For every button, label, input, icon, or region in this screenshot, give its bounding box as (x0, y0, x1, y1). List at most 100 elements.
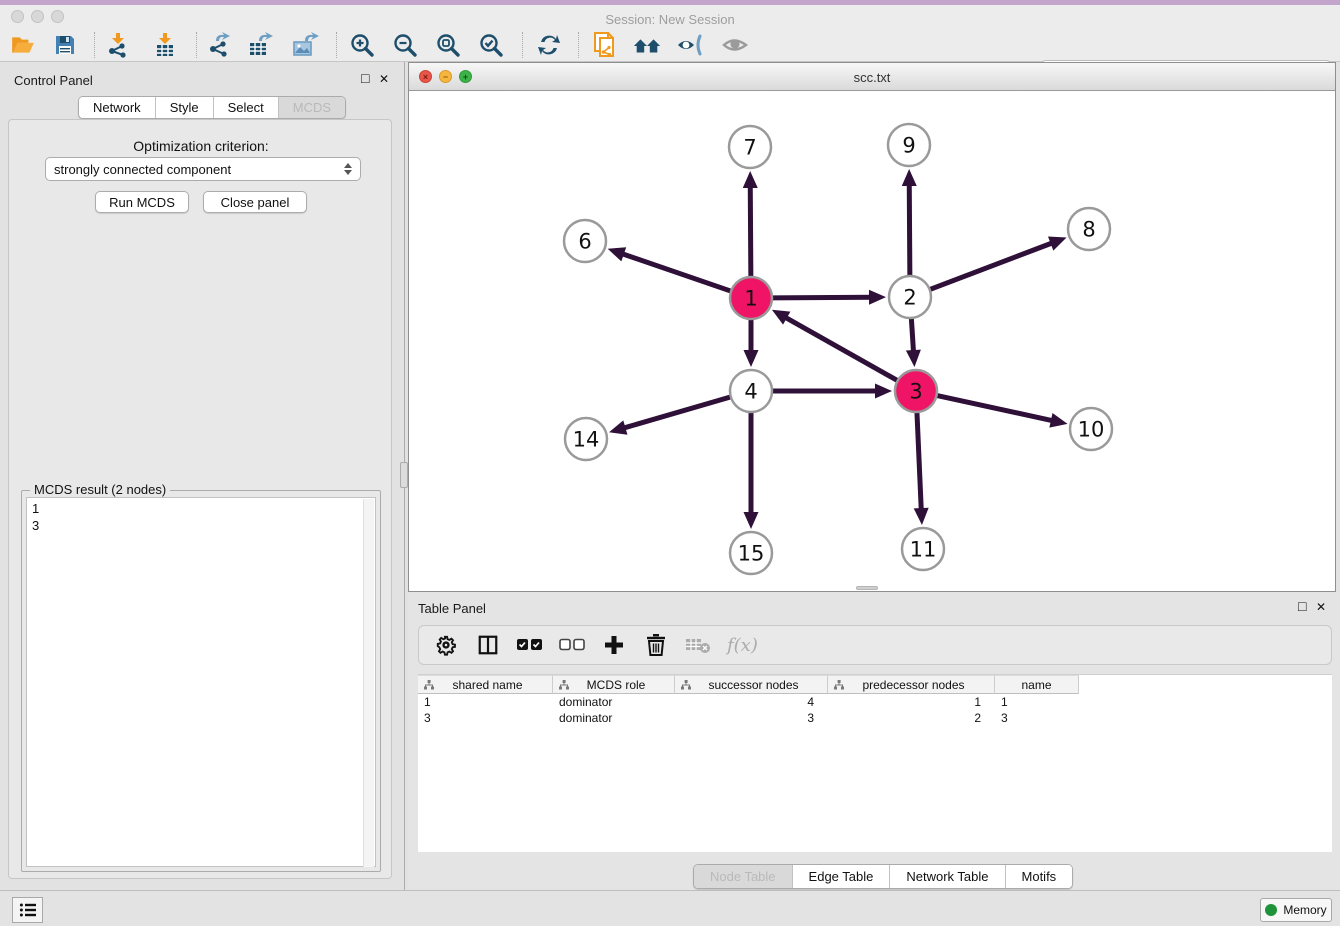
deselect-all-checks-icon[interactable] (559, 632, 585, 658)
table-cell[interactable]: 3 (418, 710, 553, 726)
column-header-shared-name[interactable]: shared name (418, 675, 553, 694)
graph-node-10[interactable]: 10 (1070, 408, 1112, 450)
criterion-select[interactable]: strongly connected component (45, 157, 361, 181)
graph-edge[interactable] (937, 395, 1068, 427)
clone-network-icon[interactable] (590, 31, 620, 59)
float-panel-icon[interactable]: □ (361, 72, 369, 84)
table-row[interactable]: 1dominator411 (418, 694, 1332, 710)
tab-network[interactable]: Network (79, 97, 156, 118)
run-mcds-button[interactable]: Run MCDS (95, 191, 189, 213)
table-cell[interactable]: 1 (995, 694, 1079, 710)
table-cell[interactable]: 4 (675, 694, 828, 710)
export-network-icon[interactable] (204, 31, 234, 59)
graph-edge[interactable] (906, 318, 921, 367)
graph-node-7[interactable]: 7 (729, 126, 771, 168)
memory-button[interactable]: Memory (1260, 898, 1332, 922)
table-tab-edge-table[interactable]: Edge Table (793, 865, 891, 888)
zoom-in-icon[interactable] (347, 31, 377, 59)
column-header-MCDS-role[interactable]: MCDS role (553, 675, 675, 694)
graph-edge[interactable] (609, 397, 731, 435)
toolbar-separator (94, 32, 95, 58)
table-cell[interactable]: 3 (995, 710, 1079, 726)
tab-select[interactable]: Select (214, 97, 279, 118)
graph-node-11[interactable]: 11 (902, 528, 944, 570)
graph-edge[interactable] (930, 237, 1067, 290)
open-session-icon[interactable] (8, 31, 38, 59)
graph-edge[interactable] (772, 290, 886, 305)
graph-node-2[interactable]: 2 (889, 276, 931, 318)
column-visibility-icon[interactable] (475, 632, 501, 658)
graph-edge[interactable] (744, 319, 759, 367)
graph-edge[interactable] (902, 169, 917, 276)
close-panel-button[interactable]: Close panel (203, 191, 307, 213)
table-cell[interactable]: 1 (418, 694, 553, 710)
function-builder-icon[interactable]: f(x) (727, 635, 758, 656)
graph-edge[interactable] (608, 247, 731, 291)
graph-edge[interactable] (743, 171, 758, 277)
add-column-icon[interactable] (601, 632, 627, 658)
tab-style[interactable]: Style (156, 97, 214, 118)
export-table-icon[interactable] (246, 31, 276, 59)
mcds-result-textarea[interactable]: 1 3 (26, 497, 376, 867)
zoom-selected-icon[interactable] (476, 31, 506, 59)
network-graph[interactable]: 7 9 6 8 1 2 4 3 14 10 15 11 (409, 91, 1335, 591)
refresh-icon[interactable] (534, 31, 564, 59)
close-table-panel-icon[interactable]: ✕ (1316, 601, 1326, 613)
svg-text:7: 7 (743, 136, 756, 160)
table-tab-network-table[interactable]: Network Table (890, 865, 1005, 888)
float-table-panel-icon[interactable]: □ (1298, 600, 1306, 612)
table-cell[interactable]: dominator (553, 694, 675, 710)
result-scrollbar[interactable] (363, 499, 374, 867)
network-window-resize-handle[interactable] (856, 586, 878, 590)
import-table-icon[interactable] (150, 31, 180, 59)
graph-node-14[interactable]: 14 (565, 418, 607, 460)
table-tab-node-table[interactable]: Node Table (694, 865, 793, 888)
table-cell[interactable]: 3 (675, 710, 828, 726)
graph-node-8[interactable]: 8 (1068, 208, 1110, 250)
table-settings-icon[interactable] (433, 632, 459, 658)
memory-button-label: Memory (1283, 903, 1326, 917)
panel-splitter-handle[interactable] (400, 462, 408, 488)
graph-node-1[interactable]: 1 (730, 277, 772, 319)
table-cell[interactable]: dominator (553, 710, 675, 726)
close-panel-icon[interactable]: ✕ (379, 73, 389, 85)
graph-node-4[interactable]: 4 (730, 370, 772, 412)
graph-node-9[interactable]: 9 (888, 124, 930, 166)
window-title: Session: New Session (0, 12, 1340, 27)
graph-edge[interactable] (914, 412, 929, 525)
status-bar: Memory (0, 890, 1340, 926)
select-stepper-icon (344, 163, 352, 175)
export-image-icon[interactable] (290, 31, 320, 59)
column-header-successor-nodes[interactable]: successor nodes (675, 675, 828, 694)
network-view-window: × − + scc.txt 7 9 6 8 1 2 4 3 14 10 15 11 (408, 62, 1336, 592)
network-window-title: scc.txt (409, 70, 1335, 85)
table-body: 1dominator4113dominator323 (418, 694, 1332, 726)
tab-mcds[interactable]: MCDS (279, 97, 345, 118)
column-header-name[interactable]: name (995, 675, 1079, 694)
network-window-titlebar[interactable]: × − + scc.txt (409, 63, 1335, 91)
table-row[interactable]: 3dominator323 (418, 710, 1332, 726)
import-network-icon[interactable] (103, 31, 133, 59)
graph-edge[interactable] (772, 310, 898, 381)
delete-table-icon[interactable] (685, 632, 711, 658)
column-header-predecessor-nodes[interactable]: predecessor nodes (828, 675, 995, 694)
delete-column-icon[interactable] (643, 632, 669, 658)
select-all-checks-icon[interactable] (517, 632, 543, 658)
graph-node-6[interactable]: 6 (564, 220, 606, 262)
zoom-fit-icon[interactable] (433, 31, 463, 59)
table-cell[interactable]: 1 (828, 694, 995, 710)
show-all-icon[interactable] (720, 31, 750, 59)
graph-node-15[interactable]: 15 (730, 532, 772, 574)
zoom-out-icon[interactable] (390, 31, 420, 59)
hide-selected-icon[interactable] (676, 31, 706, 59)
first-neighbors-icon[interactable] (632, 31, 662, 59)
table-cell[interactable]: 2 (828, 710, 995, 726)
save-session-icon[interactable] (50, 31, 80, 59)
graph-node-3[interactable]: 3 (895, 370, 937, 412)
toolbar-separator (336, 32, 337, 58)
table-tab-motifs[interactable]: Motifs (1006, 865, 1073, 888)
graph-edge[interactable] (772, 384, 892, 399)
criterion-selected-value: strongly connected component (54, 162, 344, 177)
task-history-button[interactable] (12, 897, 43, 923)
graph-edge[interactable] (744, 412, 759, 529)
